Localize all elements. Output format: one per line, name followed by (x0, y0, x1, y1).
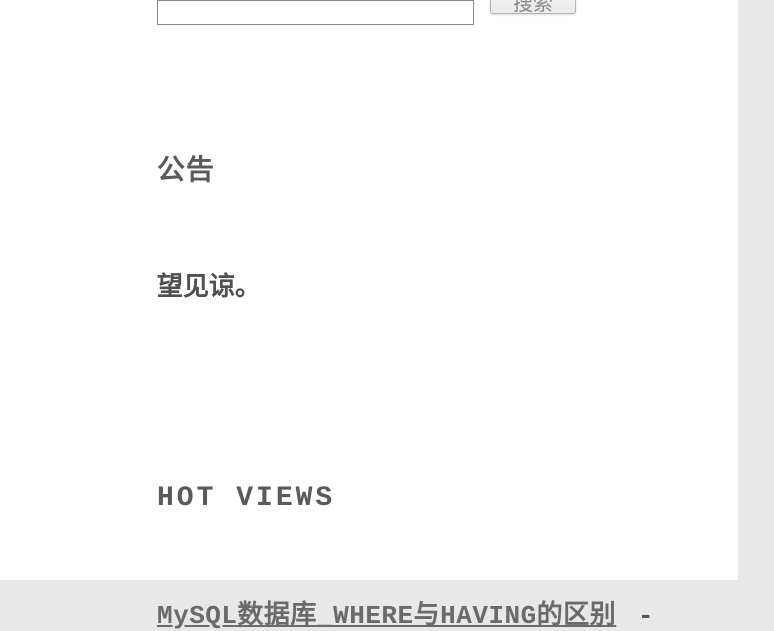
announcement-body: 望见谅。 (157, 266, 678, 303)
hot-views-heading: HOT VIEWS (157, 483, 678, 514)
content-column: 搜索 公告 望见谅。 HOT VIEWS MySQL数据库_WHERE与HAVI… (0, 0, 738, 580)
announcement-heading: 公告 (157, 148, 678, 188)
hot-views-item: MySQL数据库_WHERE与HAVING的区别 - (157, 594, 678, 631)
search-input[interactable] (157, 0, 474, 25)
article-suffix: - (622, 601, 653, 631)
search-row: 搜索 (157, 0, 678, 28)
search-button[interactable]: 搜索 (490, 0, 576, 14)
article-link[interactable]: MySQL数据库_WHERE与HAVING的区别 (157, 601, 616, 631)
